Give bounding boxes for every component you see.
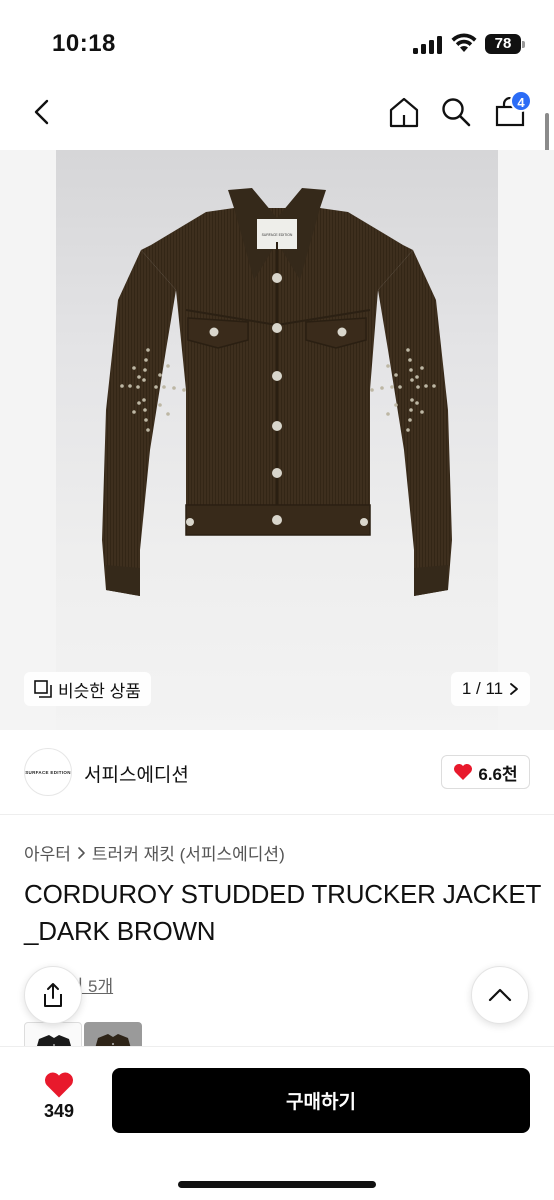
wishlist-count: 349 bbox=[43, 1101, 75, 1121]
home-icon bbox=[389, 97, 419, 128]
jacket-illustration: SURFACE EDITION bbox=[102, 188, 452, 596]
search-button[interactable] bbox=[436, 92, 476, 132]
wifi-icon bbox=[451, 33, 477, 52]
home-button[interactable] bbox=[384, 92, 424, 132]
bottom-action-bar: 349 구매하기 bbox=[0, 1046, 554, 1200]
image-pager-button[interactable]: 1 / 11 bbox=[451, 672, 530, 706]
scroll-to-top-button[interactable] bbox=[471, 966, 529, 1024]
battery-indicator: 78 bbox=[485, 34, 525, 54]
similar-products-label: 비슷한 상품 bbox=[58, 681, 141, 701]
buy-button[interactable]: 구매하기 bbox=[112, 1068, 530, 1133]
product-title-line-2: _DARK BROWN bbox=[24, 916, 216, 946]
cart-button[interactable]: 4 bbox=[490, 90, 532, 132]
nav-bar: 4 bbox=[0, 80, 554, 144]
chevron-right-icon bbox=[78, 846, 85, 859]
product-image[interactable]: SURFACE EDITION bbox=[56, 150, 498, 730]
product-title: CORDUROY STUDDED TRUCKER JACKET _DARK BR… bbox=[24, 876, 544, 950]
status-time: 10:18 bbox=[52, 30, 116, 57]
similar-items-icon bbox=[34, 680, 52, 698]
back-button[interactable] bbox=[24, 94, 60, 130]
brand-row: SURFACE EDITION 서피스에디션 6.6천 bbox=[0, 744, 554, 800]
cart-count-badge: 4 bbox=[510, 90, 532, 112]
image-pager-text: 1 / 11 bbox=[461, 679, 504, 698]
wishlist-button[interactable]: 349 bbox=[30, 1071, 88, 1131]
chevron-left-icon bbox=[34, 99, 49, 125]
chevron-up-icon bbox=[488, 988, 512, 1002]
product-gallery[interactable]: SURFACE EDITION 비슷한 상품 1 / 11 bbox=[0, 150, 554, 730]
brand-name-link[interactable]: 서피스에디션 bbox=[84, 760, 189, 787]
breadcrumb: 아우터 트러커 재킷 (서피스에디션) bbox=[24, 840, 285, 865]
brand-like-button[interactable]: 6.6천 bbox=[441, 755, 530, 789]
brand-logo[interactable]: SURFACE EDITION bbox=[24, 748, 72, 796]
breadcrumb-category[interactable]: 아우터 bbox=[24, 840, 71, 865]
breadcrumb-subcategory[interactable]: 트러커 재킷 (서피스에디션) bbox=[92, 840, 285, 865]
heart-icon bbox=[45, 1072, 73, 1098]
home-indicator bbox=[178, 1181, 376, 1188]
cellular-signal-icon bbox=[413, 36, 442, 54]
battery-level: 78 bbox=[485, 34, 521, 54]
chevron-right-icon bbox=[510, 683, 519, 695]
heart-icon bbox=[454, 764, 473, 780]
status-bar: 10:18 78 bbox=[0, 0, 554, 80]
share-icon bbox=[44, 983, 62, 1007]
brand-like-count: 6.6천 bbox=[478, 764, 518, 784]
search-icon bbox=[442, 98, 471, 127]
share-button[interactable] bbox=[24, 966, 82, 1024]
product-title-line-1: CORDUROY STUDDED TRUCKER JACKET bbox=[24, 879, 542, 909]
divider bbox=[0, 814, 554, 815]
brand-label-tag: SURFACE EDITION bbox=[262, 233, 293, 237]
similar-products-button[interactable]: 비슷한 상품 bbox=[24, 672, 151, 706]
